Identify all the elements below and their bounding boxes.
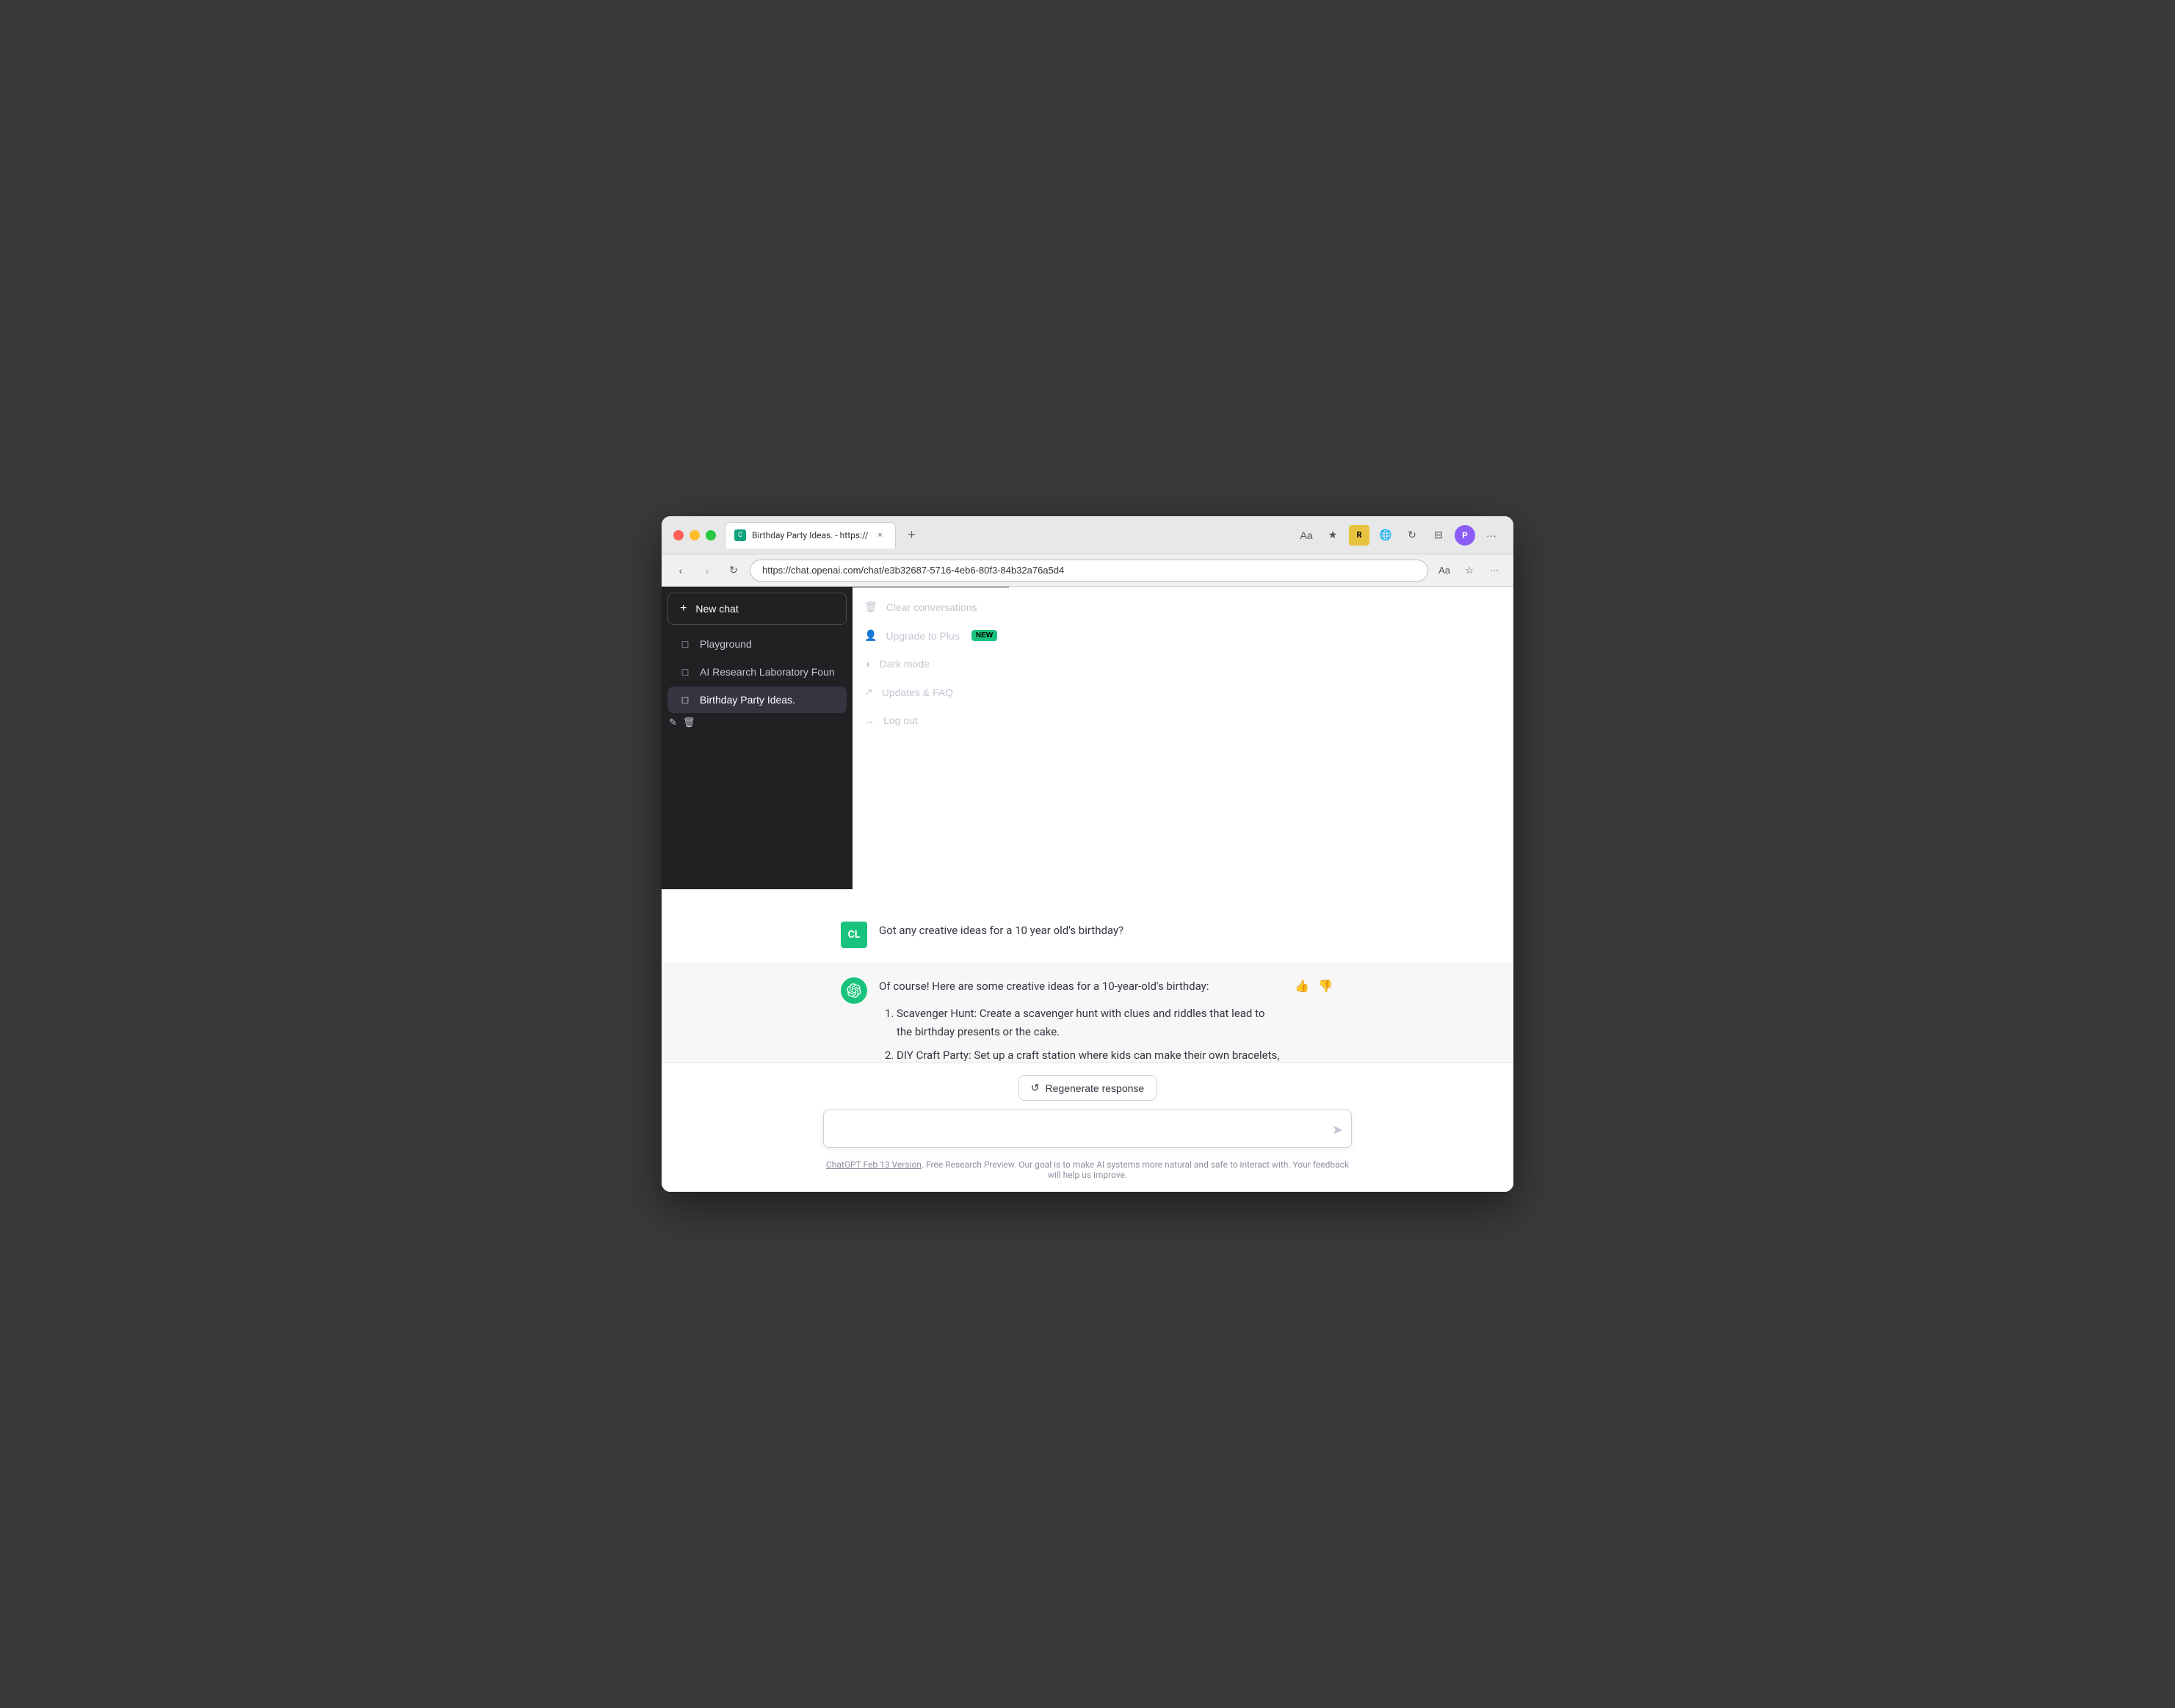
browser-window: C Birthday Party Ideas. - https:// × + A…	[662, 516, 1513, 1192]
logout-icon: →	[864, 714, 875, 726]
bookmark-icon[interactable]: ☆	[1459, 560, 1480, 581]
sidebar-top: + New chat □ Playground □ AI Research La…	[667, 593, 847, 883]
address-input[interactable]	[750, 560, 1428, 582]
send-button[interactable]: ➤	[1332, 1123, 1343, 1138]
user-avatar: CL	[841, 922, 867, 948]
external-link-icon: ↗	[864, 686, 873, 698]
sidebar-bottom: 🗑 Clear conversations 👤 Upgrade to Plus …	[853, 587, 1009, 889]
clear-conversations-button[interactable]: 🗑 Clear conversations	[853, 593, 1009, 620]
dark-mode-icon: ◑	[864, 658, 870, 670]
active-tab[interactable]: C Birthday Party Ideas. - https:// ×	[725, 522, 896, 549]
sidebar-item-playground-label: Playground	[700, 638, 752, 650]
user-message-inner: CL Got any creative ideas for a 10 year …	[823, 922, 1352, 948]
chat-icon: □	[679, 638, 691, 650]
upgrade-to-plus-button[interactable]: 👤 Upgrade to Plus NEW	[853, 622, 1009, 649]
sidebar: + New chat □ Playground □ AI Research La…	[662, 587, 853, 889]
assistant-message-inner: Of course! Here are some creative ideas …	[823, 977, 1352, 1063]
chat-area: CL Got any creative ideas for a 10 year …	[662, 889, 1513, 1192]
upgrade-label: Upgrade to Plus	[886, 630, 959, 642]
new-chat-button[interactable]: + New chat	[667, 593, 847, 625]
sidebar-item-birthday-party[interactable]: □ Birthday Party Ideas.	[667, 687, 847, 713]
ideas-list: Scavenger Hunt: Create a scavenger hunt …	[879, 1005, 1281, 1063]
minimize-window-button[interactable]	[690, 530, 700, 540]
extension-globe-icon[interactable]: 🌐	[1375, 525, 1396, 546]
new-tab-button[interactable]: +	[902, 525, 922, 546]
close-window-button[interactable]	[673, 530, 684, 540]
main-content: + New chat □ Playground □ AI Research La…	[662, 587, 1513, 889]
refresh-extensions-icon[interactable]: ↻	[1402, 525, 1422, 546]
thumbs-up-button[interactable]: 👍	[1293, 977, 1311, 995]
sidebar-item-playground[interactable]: □ Playground	[667, 631, 847, 657]
sidebar-item-ai-research-label: AI Research Laboratory Foun	[700, 666, 835, 678]
chat-icon-2: □	[679, 666, 691, 678]
tab-close-button[interactable]: ×	[875, 529, 886, 541]
chat-messages: CL Got any creative ideas for a 10 year …	[662, 889, 1513, 1063]
send-icon: ➤	[1332, 1123, 1343, 1138]
split-view-icon[interactable]: ⊟	[1428, 525, 1449, 546]
back-button[interactable]: ‹	[670, 560, 691, 581]
chat-icon-3: □	[679, 694, 691, 706]
assistant-message: Of course! Here are some creative ideas …	[662, 963, 1513, 1063]
favorites-icon[interactable]: ★	[1322, 525, 1343, 546]
tab-bar: C Birthday Party Ideas. - https:// × +	[725, 522, 1287, 549]
extension-r-icon[interactable]: R	[1349, 525, 1369, 546]
thumbs-down-button[interactable]: 👎	[1317, 977, 1334, 995]
logout-label: Log out	[883, 714, 918, 726]
new-chat-plus-icon: +	[680, 602, 687, 615]
tab-label: Birthday Party Ideas. - https://	[752, 530, 869, 540]
assistant-message-content: Of course! Here are some creative ideas …	[879, 977, 1281, 1063]
addressbar: ‹ › ↻ Aa ☆ ···	[662, 554, 1513, 587]
dark-mode-button[interactable]: ◑ Dark mode	[853, 651, 1009, 677]
reader-view-icon[interactable]: Aa	[1434, 560, 1455, 581]
updates-faq-button[interactable]: ↗ Updates & FAQ	[853, 679, 1009, 706]
dark-mode-label: Dark mode	[879, 658, 929, 670]
more-addr-icon[interactable]: ···	[1484, 560, 1505, 581]
input-container: ➤	[823, 1110, 1352, 1151]
reload-button[interactable]: ↻	[723, 560, 744, 581]
chat-input[interactable]	[823, 1110, 1352, 1148]
footer-text: ChatGPT Feb 13 Version. Free Research Pr…	[823, 1159, 1352, 1180]
updates-label: Updates & FAQ	[882, 687, 953, 698]
message-actions: 👍 👎	[1293, 977, 1334, 995]
forward-button[interactable]: ›	[697, 560, 717, 581]
sidebar-item-ai-research[interactable]: □ AI Research Laboratory Foun	[667, 659, 847, 685]
edit-chat-button[interactable]: ✎	[667, 715, 678, 730]
regenerate-icon: ↺	[1031, 1082, 1040, 1094]
maximize-window-button[interactable]	[706, 530, 716, 540]
chat-input-area: ↺ Regenerate response ➤ ChatGPT Feb 13 V…	[662, 1063, 1513, 1192]
new-badge: NEW	[971, 630, 997, 641]
new-chat-label: New chat	[695, 603, 738, 615]
titlebar: C Birthday Party Ideas. - https:// × + A…	[662, 516, 1513, 554]
reader-mode-icon[interactable]: Aa	[1296, 525, 1317, 546]
regenerate-button[interactable]: ↺ Regenerate response	[1018, 1075, 1157, 1101]
idea-item-2: DIY Craft Party: Set up a craft station …	[897, 1046, 1281, 1063]
address-right-icons: Aa ☆ ···	[1434, 560, 1505, 581]
regenerate-label: Regenerate response	[1046, 1082, 1145, 1094]
assistant-avatar	[841, 977, 867, 1004]
footer-link[interactable]: ChatGPT Feb 13 Version	[826, 1159, 922, 1170]
delete-chat-button[interactable]: 🗑	[681, 715, 697, 730]
idea-item-1: Scavenger Hunt: Create a scavenger hunt …	[897, 1005, 1281, 1041]
clear-conversations-label: Clear conversations	[886, 601, 977, 613]
user-icon: 👤	[864, 629, 877, 642]
user-message: CL Got any creative ideas for a 10 year …	[662, 907, 1513, 963]
assistant-intro: Of course! Here are some creative ideas …	[879, 977, 1281, 996]
titlebar-right: Aa ★ R 🌐 ↻ ⊟ P ···	[1296, 525, 1502, 546]
trash-icon: 🗑	[864, 601, 877, 613]
window-controls	[673, 530, 716, 540]
sidebar-item-birthday-party-label: Birthday Party Ideas.	[700, 694, 795, 706]
tab-favicon-icon: C	[734, 529, 746, 541]
profile-avatar[interactable]: P	[1455, 525, 1475, 546]
logout-button[interactable]: → Log out	[853, 707, 1009, 734]
more-options-icon[interactable]: ···	[1481, 525, 1502, 546]
user-message-content: Got any creative ideas for a 10 year old…	[879, 922, 1334, 940]
